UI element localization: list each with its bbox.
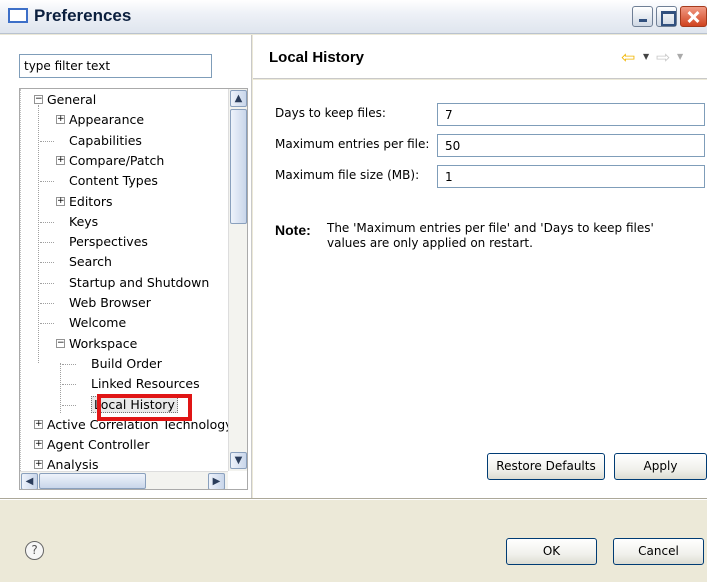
scroll-down-icon[interactable]: ▼ (230, 452, 247, 469)
left-pane: −General+AppearanceCapabilities+Compare/… (0, 35, 252, 498)
apply-button[interactable]: Apply (614, 453, 707, 480)
help-icon[interactable]: ? (25, 541, 44, 560)
tree-item-label: Linked Resources (91, 376, 200, 391)
expand-icon[interactable]: + (56, 156, 65, 165)
note-text: The 'Maximum entries per file' and 'Days… (327, 221, 654, 250)
tree-item[interactable]: Compare/Patch (69, 152, 164, 170)
tree-connector-line (20, 89, 21, 471)
page-header: Local History ⇦ ▼ ⇨ ▼ (253, 35, 707, 79)
tree-item[interactable]: Appearance (69, 111, 144, 129)
tree-item-label: Workspace (69, 336, 138, 351)
tree-item-label: Keys (69, 214, 99, 229)
tree-item[interactable]: Build Order (91, 355, 162, 373)
tree-item-label: Web Browser (69, 295, 151, 310)
maximize-button[interactable] (656, 6, 677, 27)
tree-item-label: Analysis (47, 457, 99, 471)
max-file-size-field[interactable] (437, 165, 705, 188)
page-body: Days to keep files: Maximum entries per … (253, 80, 707, 498)
max-entries-label: Maximum entries per file: (275, 137, 430, 151)
tree-connector-line (40, 283, 54, 284)
tree-connector-line (60, 363, 61, 413)
tree-connector-line (40, 222, 54, 223)
days-to-keep-label: Days to keep files: (275, 106, 386, 120)
tree-item-label: Startup and Shutdown (69, 275, 210, 290)
tree-item-label: General (47, 92, 97, 107)
tree-item-label: Build Order (91, 356, 162, 371)
window-title: Preferences (34, 6, 132, 25)
chevron-down-icon[interactable]: ▼ (643, 52, 649, 61)
tree-item[interactable]: General (47, 91, 96, 109)
tree-connector-line (40, 141, 54, 142)
tree-connector-line (40, 262, 54, 263)
tree-item-label: Capabilities (69, 133, 142, 148)
tree-item[interactable]: Capabilities (69, 132, 142, 150)
max-entries-field[interactable] (437, 134, 705, 157)
arrow-left-icon[interactable]: ⇦ (621, 48, 635, 68)
tree-item[interactable]: Welcome (69, 314, 126, 332)
tree-item[interactable]: Perspectives (69, 233, 148, 251)
tree-connector-line (62, 364, 76, 365)
close-button[interactable] (680, 6, 707, 27)
tree-connector-line (62, 405, 76, 406)
tree-item-label: Content Types (69, 173, 158, 188)
collapse-icon[interactable]: − (56, 339, 65, 348)
right-pane: Local History ⇦ ▼ ⇨ ▼ Days to keep files… (253, 35, 707, 498)
vertical-scroll-thumb[interactable] (230, 109, 247, 224)
tree-item-label: Agent Controller (47, 437, 150, 452)
cancel-button[interactable]: Cancel (613, 538, 704, 565)
tree-vertical-scrollbar[interactable]: ▲ ▼ (228, 89, 247, 471)
tree-item[interactable]: Search (69, 253, 112, 271)
note-label: Note: (275, 222, 311, 238)
horizontal-scroll-thumb[interactable] (39, 473, 146, 489)
title-bar[interactable]: Preferences (0, 0, 707, 34)
expand-icon[interactable]: + (56, 197, 65, 206)
tree-item-label: Compare/Patch (69, 153, 165, 168)
tree-item[interactable]: Startup and Shutdown (69, 274, 209, 292)
tree-item-label: Perspectives (69, 234, 148, 249)
page-title: Local History (269, 49, 365, 66)
tree-item[interactable]: Linked Resources (91, 375, 200, 393)
max-file-size-label: Maximum file size (MB): (275, 168, 420, 182)
tree-item-label: Editors (69, 194, 113, 209)
tree-item-label: Search (69, 254, 112, 269)
tree-connector-line (38, 105, 39, 363)
tree-connector-line (62, 384, 76, 385)
scroll-right-icon[interactable]: ▶ (208, 473, 225, 489)
tree-item[interactable]: Workspace (69, 335, 137, 353)
preferences-tree: − General + Appearance Capabilities + Compare/… (19, 88, 248, 490)
tree-item-label: Appearance (69, 112, 145, 127)
scroll-up-icon[interactable]: ▲ (230, 90, 247, 107)
preferences-window: Preferences −General+AppearanceCapabilit… (0, 0, 707, 582)
tree-item[interactable]: Editors (69, 193, 113, 211)
expand-icon[interactable]: + (34, 460, 43, 469)
selection-highlight-box (97, 394, 192, 421)
expand-icon[interactable]: + (34, 420, 43, 429)
tree-horizontal-scrollbar[interactable]: ◀ ▶ (20, 471, 228, 489)
tree-item[interactable]: Agent Controller (47, 436, 149, 454)
restore-defaults-button[interactable]: Restore Defaults (487, 453, 605, 480)
tree-item[interactable]: Web Browser (69, 294, 151, 312)
tree-item-label: Welcome (69, 315, 127, 330)
tree-connector-line (40, 242, 54, 243)
footer-separator (0, 498, 707, 500)
arrow-right-icon[interactable]: ⇨ (656, 48, 670, 68)
filter-input[interactable] (19, 54, 212, 78)
tree-item[interactable]: Keys (69, 213, 98, 231)
tree-item[interactable]: Analysis (47, 456, 99, 471)
window-app-icon (8, 8, 28, 23)
collapse-icon[interactable]: − (34, 95, 43, 104)
tree-item[interactable]: Content Types (69, 172, 158, 190)
chevron-down-icon[interactable]: ▼ (677, 52, 683, 61)
minimize-button[interactable] (632, 6, 653, 27)
days-to-keep-field[interactable] (437, 103, 705, 126)
tree-connector-line (40, 323, 54, 324)
expand-icon[interactable]: + (56, 115, 65, 124)
ok-button[interactable]: OK (506, 538, 597, 565)
scroll-left-icon[interactable]: ◀ (21, 473, 38, 489)
tree-connector-line (40, 181, 54, 182)
tree-connector-line (40, 303, 54, 304)
expand-icon[interactable]: + (34, 440, 43, 449)
